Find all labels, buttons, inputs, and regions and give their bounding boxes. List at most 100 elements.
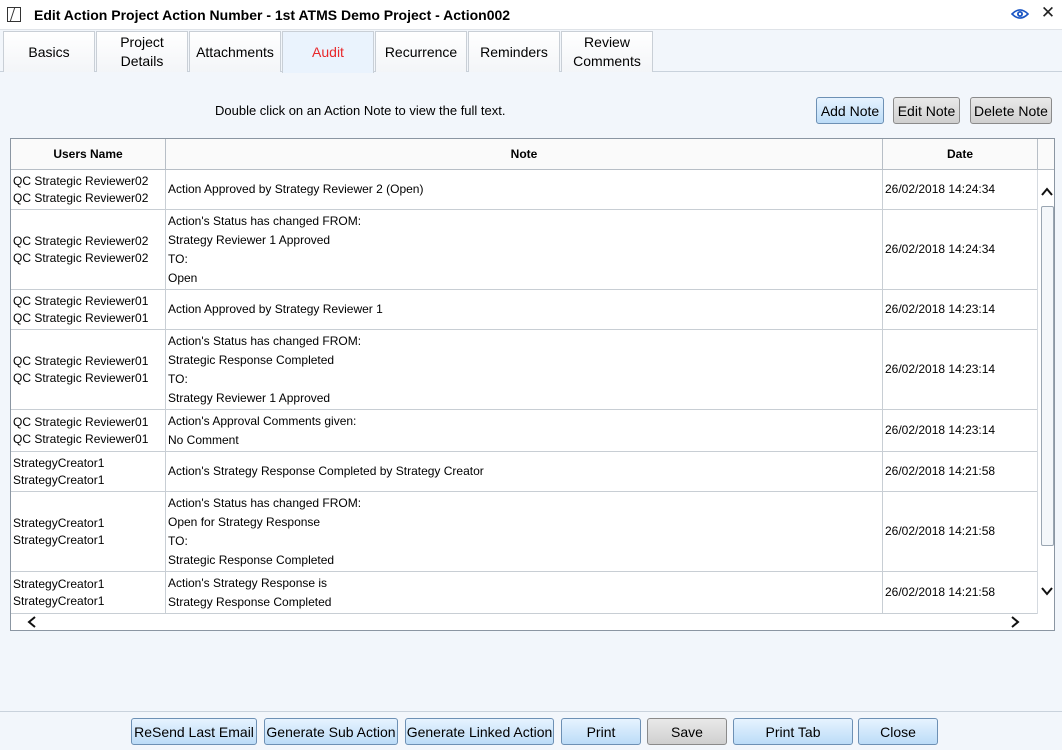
tab-basics[interactable]: Basics — [3, 31, 95, 72]
users-name-cell: QC Strategic Reviewer01 QC Strategic Revi… — [11, 290, 166, 329]
print-tab-button[interactable]: Print Tab — [733, 718, 853, 745]
vertical-scrollbar[interactable] — [1037, 170, 1054, 614]
note-cell-line: Strategy Response Completed — [168, 594, 332, 609]
note-cell-line: Strategic Response Completed — [168, 352, 335, 367]
scroll-left-icon[interactable] — [25, 615, 39, 629]
note-cell: Action's Status has changed FROM: Strateg… — [166, 210, 883, 289]
scroll-up-icon[interactable] — [1040, 185, 1054, 199]
note-cell-line: No Comment — [168, 432, 239, 447]
note-cell-line: Strategic Response Completed — [168, 552, 335, 567]
table-row[interactable]: QC Strategic Reviewer01 QC Strategic Revi… — [11, 330, 1037, 410]
note-cell-line: Strategy Reviewer 1 Approved — [168, 390, 331, 405]
users-name-cell-line: QC Strategic Reviewer01 — [13, 414, 149, 429]
date-cell: 26/02/2018 14:23:14 — [883, 410, 1037, 451]
users-name-cell-line: StrategyCreator1 — [13, 472, 105, 487]
tab-bar: Basics Project Details Attachments Audit… — [0, 31, 1062, 73]
edit-note-button[interactable]: Edit Note — [893, 97, 960, 124]
add-note-button[interactable]: Add Note — [816, 97, 884, 124]
date-cell: 26/02/2018 14:21:58 — [883, 492, 1037, 571]
table-row[interactable]: StrategyCreator1 StrategyCreator1 Action's… — [11, 572, 1037, 614]
users-name-cell-line: QC Strategic Reviewer01 — [13, 370, 149, 385]
users-name-cell: QC Strategic Reviewer02 QC Strategic Revi… — [11, 210, 166, 289]
users-name-cell: QC Strategic Reviewer01 QC Strategic Revi… — [11, 410, 166, 451]
tab-audit[interactable]: Audit — [282, 31, 374, 73]
header-note[interactable]: Note — [166, 139, 883, 169]
users-name-cell-line: QC Strategic Reviewer01 — [13, 293, 149, 308]
table-row[interactable]: QC Strategic Reviewer02 QC Strategic Revi… — [11, 170, 1037, 210]
users-name-cell-line: StrategyCreator1 — [13, 532, 105, 547]
note-cell-line: Action's Status has changed FROM: — [168, 333, 362, 348]
date-cell-line: 26/02/2018 14:24:34 — [885, 242, 996, 256]
date-cell: 26/02/2018 14:23:14 — [883, 330, 1037, 409]
note-cell-line: Action's Status has changed FROM: — [168, 213, 362, 228]
header-date[interactable]: Date — [883, 139, 1038, 169]
generate-sub-action-button[interactable]: Generate Sub Action — [264, 718, 398, 745]
users-name-cell: QC Strategic Reviewer01 QC Strategic Revi… — [11, 330, 166, 409]
table-row[interactable]: QC Strategic Reviewer01 QC Strategic Revi… — [11, 410, 1037, 452]
users-name-cell-line: QC Strategic Reviewer01 — [13, 431, 149, 446]
table-row[interactable]: QC Strategic Reviewer01 QC Strategic Revi… — [11, 290, 1037, 330]
tab-attachments[interactable]: Attachments — [189, 31, 281, 72]
resend-last-email-button[interactable]: ReSend Last Email — [131, 718, 257, 745]
users-name-cell-line: QC Strategic Reviewer01 — [13, 310, 149, 325]
scroll-down-icon[interactable] — [1040, 584, 1054, 598]
users-name-cell: StrategyCreator1 StrategyCreator1 — [11, 452, 166, 491]
table-header: Users Name Note Date — [11, 139, 1054, 170]
eye-icon[interactable] — [1011, 8, 1029, 20]
users-name-cell-line: QC Strategic Reviewer02 — [13, 173, 149, 188]
window-title: Edit Action Project Action Number - 1st … — [34, 7, 511, 23]
print-button[interactable]: Print — [561, 718, 641, 745]
note-cell: Action Approved by Strategy Reviewer 1 — [166, 290, 883, 329]
date-cell-line: 26/02/2018 14:21:58 — [885, 464, 996, 478]
table-row[interactable]: QC Strategic Reviewer02 QC Strategic Revi… — [11, 210, 1037, 290]
audit-notes-table: Users Name Note Date QC Strategic Review… — [10, 138, 1055, 631]
table-row[interactable]: StrategyCreator1 StrategyCreator1 Action's… — [11, 452, 1037, 492]
close-icon[interactable]: ✕ — [1039, 4, 1057, 22]
note-cell: Action's Strategy Response Completed by … — [166, 452, 883, 491]
note-cell-line: TO: — [168, 371, 188, 386]
date-cell: 26/02/2018 14:21:58 — [883, 572, 1037, 613]
tab-project-details[interactable]: Project Details — [96, 31, 188, 72]
date-cell-line: 26/02/2018 14:21:58 — [885, 585, 996, 599]
note-cell-line: TO: — [168, 251, 188, 266]
date-cell: 26/02/2018 14:24:34 — [883, 170, 1037, 209]
tab-reminders[interactable]: Reminders — [468, 31, 560, 72]
app-icon — [7, 7, 21, 22]
users-name-cell: QC Strategic Reviewer02 QC Strategic Revi… — [11, 170, 166, 209]
users-name-cell-line: QC Strategic Reviewer02 — [13, 233, 149, 248]
horizontal-scrollbar[interactable] — [11, 614, 1054, 630]
delete-note-button[interactable]: Delete Note — [970, 97, 1052, 124]
note-cell: Action Approved by Strategy Reviewer 2 (… — [166, 170, 883, 209]
note-cell-line: Strategy Reviewer 1 Approved — [168, 232, 331, 247]
note-cell-line: Open — [168, 270, 198, 285]
users-name-cell-line: StrategyCreator1 — [13, 455, 105, 470]
note-cell: Action's Status has changed FROM: Open fo… — [166, 492, 883, 571]
double-click-hint: Double click on an Action Note to view t… — [215, 103, 506, 118]
close-button[interactable]: Close — [858, 718, 938, 745]
date-cell-line: 26/02/2018 14:24:34 — [885, 182, 996, 196]
users-name-cell: StrategyCreator1 StrategyCreator1 — [11, 572, 166, 613]
vertical-scroll-thumb[interactable] — [1041, 206, 1054, 546]
note-cell: Action's Strategy Response is Strategy Re… — [166, 572, 883, 613]
note-cell-line: Action's Strategy Response is — [168, 575, 328, 590]
date-cell: 26/02/2018 14:21:58 — [883, 452, 1037, 491]
scroll-right-icon[interactable] — [1008, 615, 1022, 629]
users-name-cell-line: StrategyCreator1 — [13, 593, 105, 608]
tab-recurrence[interactable]: Recurrence — [375, 31, 467, 72]
users-name-cell-line: QC Strategic Reviewer02 — [13, 190, 149, 205]
date-cell: 26/02/2018 14:24:34 — [883, 210, 1037, 289]
date-cell-line: 26/02/2018 14:23:14 — [885, 302, 996, 316]
save-button[interactable]: Save — [647, 718, 727, 745]
note-cell-line: Action Approved by Strategy Reviewer 1 — [168, 302, 383, 316]
generate-linked-action-button[interactable]: Generate Linked Action — [405, 718, 554, 745]
table-row[interactable]: StrategyCreator1 StrategyCreator1 Action's… — [11, 492, 1037, 572]
users-name-cell-line: StrategyCreator1 — [13, 576, 105, 591]
note-cell: Action's Approval Comments given: No Comm… — [166, 410, 883, 451]
users-name-cell-line: StrategyCreator1 — [13, 515, 105, 530]
date-cell-line: 26/02/2018 14:23:14 — [885, 362, 996, 376]
note-cell-line: Action's Strategy Response Completed by … — [168, 464, 484, 478]
date-cell: 26/02/2018 14:23:14 — [883, 290, 1037, 329]
header-users-name[interactable]: Users Name — [11, 139, 166, 169]
tab-review-comments[interactable]: Review Comments — [561, 31, 653, 72]
users-name-cell-line: QC Strategic Reviewer02 — [13, 250, 149, 265]
